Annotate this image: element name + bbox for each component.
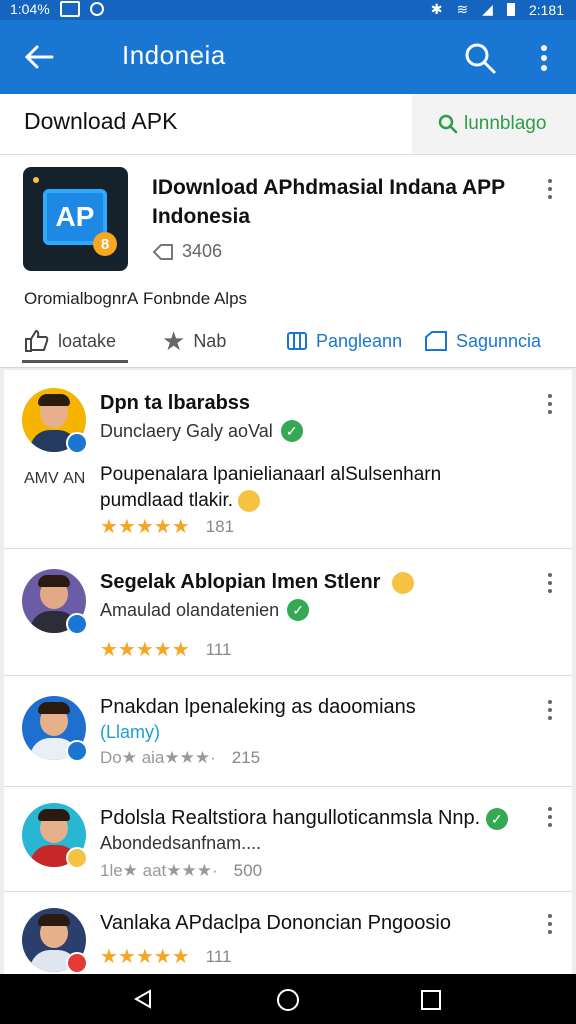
rating-stars: ★★★★★ 111 (100, 639, 232, 661)
rating-stars: 1le★ aat★★★· 500 (100, 861, 263, 880)
verified-icon: ✓ (280, 420, 303, 442)
download-apk-label: Download APK (24, 108, 178, 134)
tab-like-label: loatake (58, 330, 117, 351)
tab-segment-label: Sagunncia (456, 330, 542, 351)
reviewer-name: Vanlaka APdaclpa Dononcian Pngoosio (100, 912, 451, 934)
reviewer-name: Pdolsla Realtstiora hangulloticanmsla Nn… (100, 807, 508, 830)
review-item[interactable]: Vanlaka APdaclpa Dononcian Pngoosio ★★★★… (4, 892, 572, 974)
tab-segment[interactable]: Sagunncia (424, 319, 541, 363)
rating-count: 181 (205, 516, 235, 536)
rating-count: 215 (231, 748, 261, 767)
app-description: OromialbognrА Fonbnde Alps (24, 289, 248, 308)
back-arrow-icon[interactable] (22, 40, 56, 74)
search-download-button[interactable]: lunnblago (412, 94, 576, 154)
review-item[interactable]: АΜV АΝ Dpn ta lbarabss Dunclaery Galy ao… (4, 370, 572, 549)
app-name-line2: Indonesia (152, 205, 251, 228)
status-bar: 1:04% ✱ ≋ ◢ 2:181 (0, 0, 576, 20)
tab-panel-label: Pangleann (316, 330, 403, 351)
thumbs-up-icon (25, 329, 49, 352)
signal-icon: ◢ (482, 1, 493, 17)
rating-stars: Do★ aia★★★· 215 (100, 748, 261, 767)
tab-like[interactable]: loatake (24, 319, 116, 363)
review-item[interactable]: Segelak Ablopian lmen Stlenr Amaulad ola… (4, 549, 572, 676)
app-name-line1: IDownload APhdmasial Indana APP (152, 176, 506, 199)
review-item[interactable]: Pnakdan lpenaleking as daoomians (Llamy)… (4, 676, 572, 787)
bluetooth-icon: ✱ (430, 1, 443, 17)
review-more-icon[interactable] (546, 914, 554, 936)
tab-panel[interactable]: Pangleann (286, 319, 402, 363)
app-icon-badge: 8 (93, 232, 117, 256)
columns-icon (287, 332, 307, 350)
status-time-right: 2:181 (528, 1, 564, 18)
message-icon (59, 1, 80, 17)
home-nav-icon[interactable] (276, 988, 300, 1012)
tag-icon (425, 331, 447, 351)
reviewer-name: Pnakdan lpenaleking as daoomians (100, 696, 416, 718)
search-icon[interactable] (462, 40, 498, 76)
rating-count: 111 (205, 639, 232, 659)
app-name: IDownload APhdmasial Indana APP Indonesi… (152, 173, 532, 231)
tab-favorite[interactable]: ★ Nab (162, 319, 226, 363)
more-vert-icon[interactable] (534, 40, 554, 76)
review-subtitle: Abondedsanfnam.... (100, 833, 262, 853)
tab-indicator (22, 360, 128, 363)
search-icon (438, 114, 458, 134)
emoji-badge-icon (66, 847, 88, 869)
star-icon: ★ (162, 325, 186, 356)
emoji-icon (238, 489, 261, 512)
review-more-icon[interactable] (546, 394, 554, 416)
rating-count: 111 (205, 946, 232, 966)
recents-nav-icon[interactable] (420, 989, 442, 1011)
review-more-icon[interactable] (546, 573, 554, 595)
battery-icon (506, 3, 515, 16)
review-subtitle: Dunclaery Galy aoVal ✓ (100, 420, 303, 442)
message-badge-icon (66, 613, 88, 635)
smile-emoji-icon (392, 571, 415, 594)
page-title: Indoneia (122, 40, 226, 70)
app-icon[interactable]: AP 8 (23, 167, 128, 271)
review-list: АΜV АΝ Dpn ta lbarabss Dunclaery Galy ao… (4, 370, 572, 974)
back-nav-icon[interactable] (132, 988, 154, 1010)
app-icon-text: AP (55, 201, 95, 232)
app-more-icon[interactable] (546, 179, 554, 201)
tab-favorite-label: Nab (193, 330, 227, 351)
rating-stars: ★★★★★ 181 (100, 516, 235, 538)
review-item[interactable]: Pdolsla Realtstiora hangulloticanmsla Nn… (4, 787, 572, 892)
wifi-icon: ≋ (456, 1, 469, 17)
rating-stars: ★★★★★ 111 (100, 946, 232, 968)
verified-icon: ✓ (287, 599, 310, 621)
review-more-icon[interactable] (546, 807, 554, 829)
tag-icon (152, 243, 173, 260)
app-icon-indicator (33, 177, 39, 183)
review-more-icon[interactable] (546, 700, 554, 722)
status-time-left: 1:04% (10, 1, 50, 17)
review-side-label: АΜV АΝ (24, 470, 86, 487)
app-meta: 3406 (152, 241, 222, 262)
verified-icon: ✓ (485, 807, 508, 830)
sub-header: Download APK lunnblago (0, 94, 576, 155)
system-nav-bar (0, 974, 576, 1024)
message-badge-icon (66, 740, 88, 762)
app-bar: Indoneia (0, 20, 576, 94)
reviewer-name: Segelak Ablopian lmen Stlenr (100, 571, 415, 594)
reviewer-name: Dpn ta lbarabss (100, 392, 251, 414)
sync-icon (89, 2, 104, 16)
review-subtitle: (Llamy) (100, 722, 161, 742)
app-meta-count: 3406 (182, 241, 223, 261)
review-text: Poupenalara lpanielianaarl alSulsenharn … (100, 464, 442, 512)
notification-badge-icon (66, 952, 88, 974)
search-download-label: lunnblago (464, 113, 547, 134)
review-subtitle: Amaulad olandatenien ✓ (100, 599, 310, 621)
app-card[interactable]: AP 8 IDownload APhdmasial Indana APP Ind… (0, 155, 576, 368)
rating-count: 500 (233, 861, 263, 880)
message-badge-icon (66, 432, 88, 454)
